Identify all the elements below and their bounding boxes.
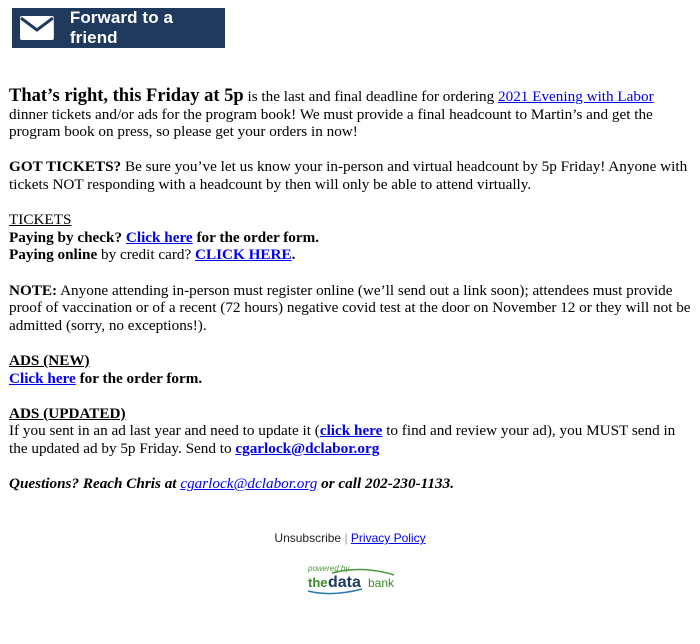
got-tickets-paragraph: GOT TICKETS? Be sure you’ve let us know … <box>9 158 694 193</box>
envelope-icon <box>20 16 54 40</box>
online-after: . <box>291 246 296 264</box>
questions-text: Questions? Reach Chris at <box>9 475 181 493</box>
ads-new-after: for the order form. <box>75 369 203 387</box>
note-label: NOTE: <box>9 281 58 299</box>
ads-updated-heading-text: ADS (UPDATED) <box>9 404 126 422</box>
email-body: That’s right, this Friday at 5p is the l… <box>9 86 694 493</box>
note-paragraph: NOTE: Anyone attending in-person must re… <box>9 282 694 335</box>
footer-separator: | <box>341 531 351 545</box>
brand-data: data <box>328 574 361 591</box>
ads-new-line: Click here for the order form. <box>9 370 694 388</box>
online-order-link[interactable]: CLICK HERE <box>195 246 292 263</box>
forward-button-label: Forward to a friend <box>69 8 174 47</box>
intro-lead: That’s right, this Friday at 5p <box>9 86 244 106</box>
tickets-heading: TICKETS <box>9 211 72 229</box>
paying-online-line: Paying online by credit card? CLICK HERE… <box>9 246 694 264</box>
check-order-form-link[interactable]: Click here <box>126 229 193 246</box>
powered-by-text: powered by <box>307 564 350 573</box>
brand-the: the <box>308 575 328 590</box>
contact-email-link[interactable]: cgarlock@dclabor.org <box>180 475 317 492</box>
questions-line: Questions? Reach Chris at cgarlock@dclab… <box>9 475 694 493</box>
questions-phone: or call 202-230-1133. <box>317 475 455 493</box>
thedatabank-logo[interactable]: powered by the data bank <box>302 563 396 597</box>
check-label: Paying by check? <box>9 228 126 246</box>
send-ad-email-link[interactable]: cgarlock@dclabor.org <box>235 440 379 457</box>
online-label: Paying online <box>9 246 98 264</box>
ads-new-heading-text: ADS (NEW) <box>9 351 90 369</box>
ads-updated-paragraph: If you sent in an ad last year and need … <box>9 422 694 457</box>
evening-with-labor-link[interactable]: 2021 Evening with Labor <box>498 88 654 105</box>
ads-updated-heading: ADS (UPDATED) <box>9 405 694 423</box>
ads-new-heading: ADS (NEW) <box>9 352 694 370</box>
brand-bank: bank <box>368 576 395 590</box>
privacy-policy-link[interactable]: Privacy Policy <box>351 531 426 545</box>
ads-new-order-link[interactable]: Click here <box>9 370 76 387</box>
got-tickets-label: GOT TICKETS? <box>9 158 122 176</box>
review-ad-link[interactable]: click here <box>320 422 383 439</box>
note-text: Anyone attending in-person must register… <box>9 281 691 334</box>
intro-text: is the last and final deadline for order… <box>243 88 499 105</box>
ads-updated-text: If you sent in an ad last year and need … <box>9 422 320 440</box>
unsubscribe-link[interactable]: Unsubscribe <box>274 531 341 545</box>
intro-text-2: dinner tickets and/or ads for the progra… <box>9 105 653 141</box>
intro-paragraph: That’s right, this Friday at 5p is the l… <box>9 86 694 141</box>
online-text: by credit card? <box>97 246 196 264</box>
email-footer: Unsubscribe | Privacy Policy <box>0 531 700 545</box>
forward-to-friend-button[interactable]: Forward to a friend <box>12 8 225 48</box>
check-after: for the order form. <box>192 228 320 246</box>
paying-by-check-line: Paying by check? Click here for the orde… <box>9 229 694 247</box>
